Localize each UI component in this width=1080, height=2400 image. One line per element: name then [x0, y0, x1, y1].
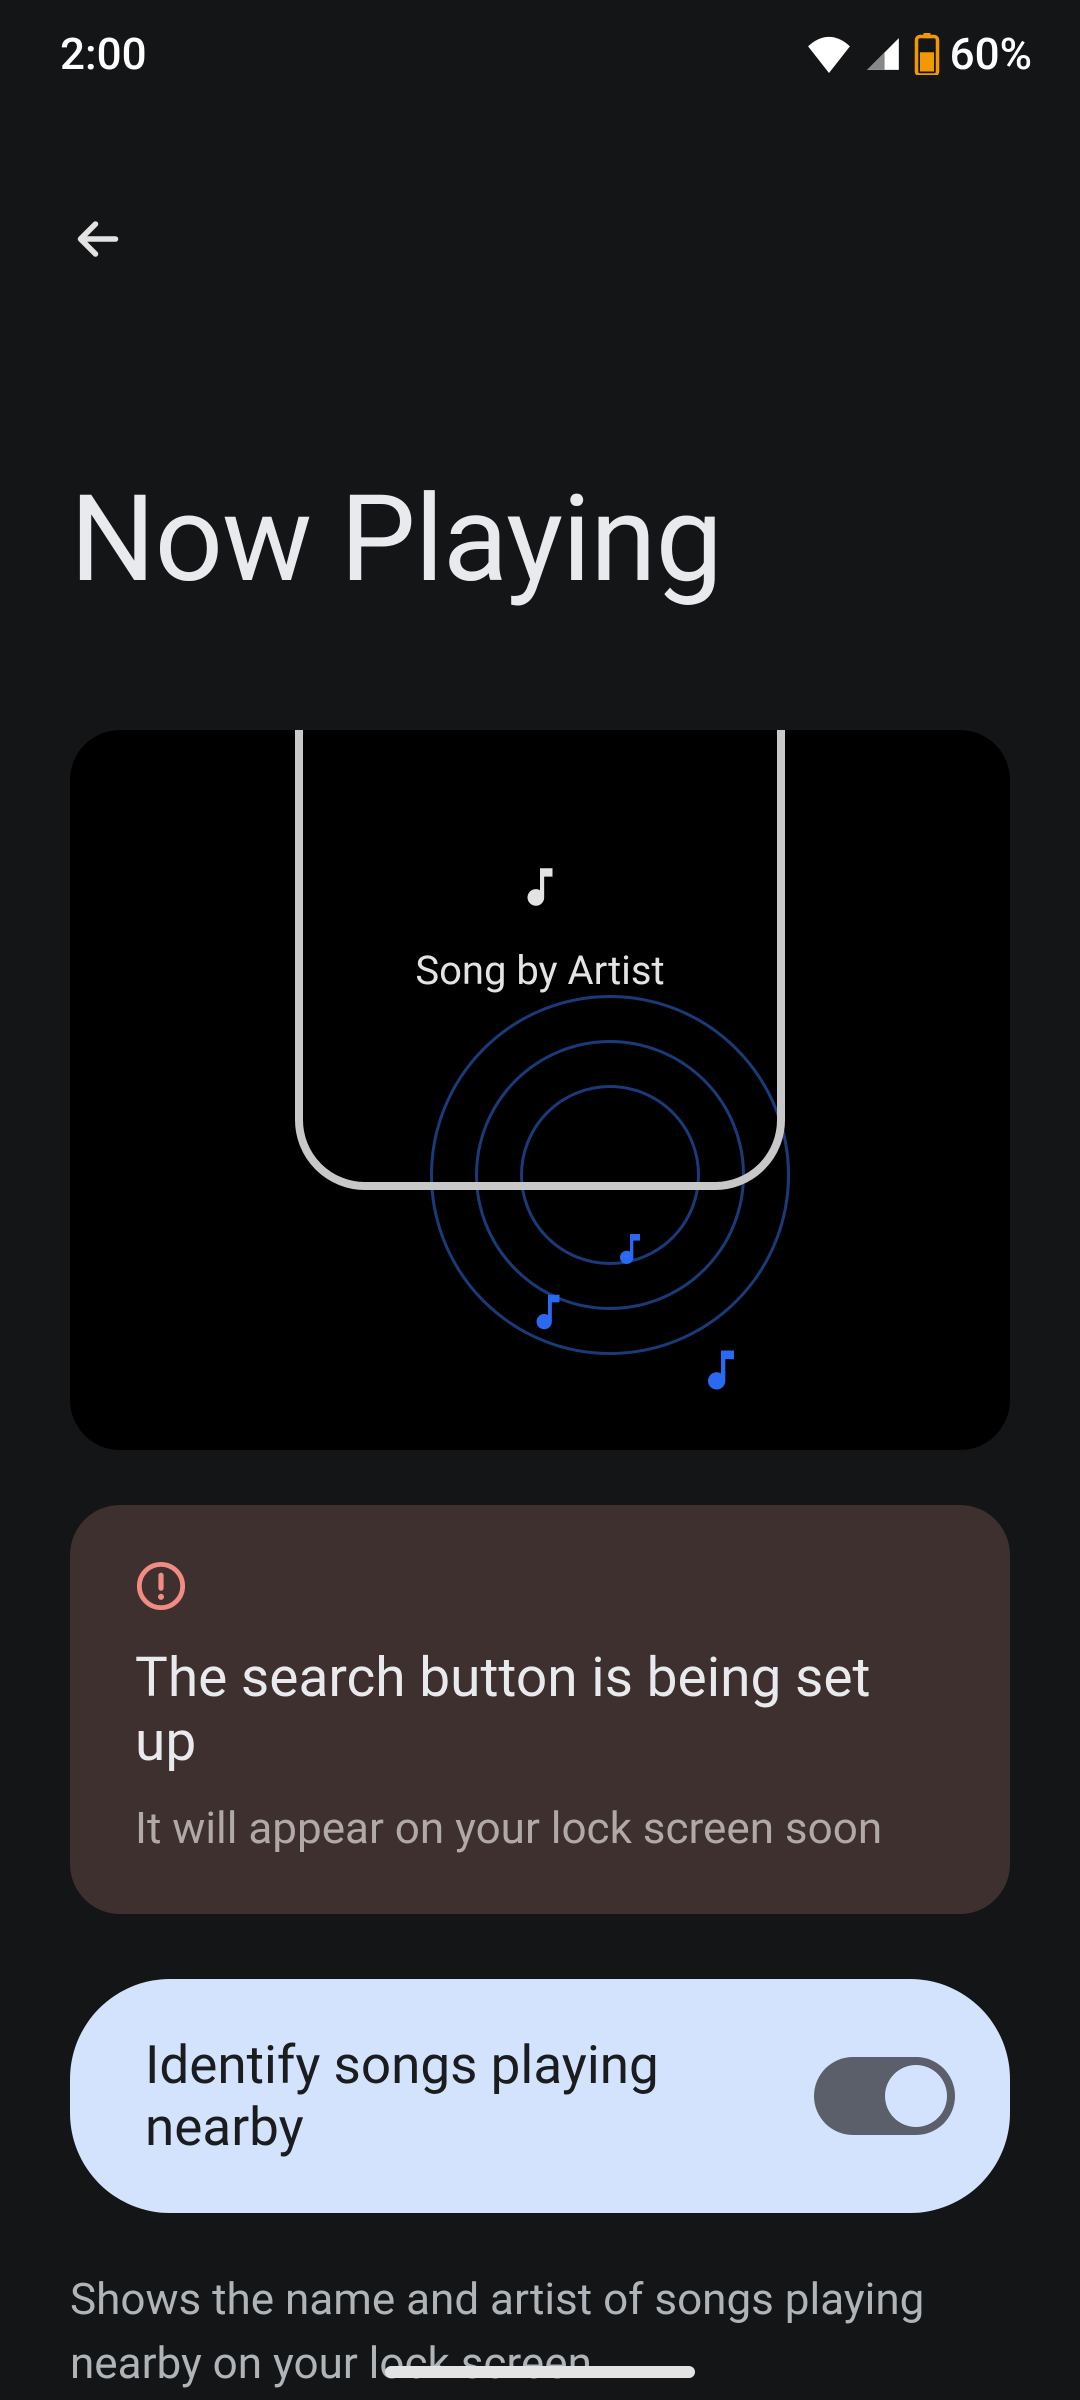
- hero-illustration: Song by Artist: [70, 730, 1010, 1450]
- music-note-icon: [525, 1285, 571, 1343]
- phone-outline: Song by Artist: [295, 730, 785, 1190]
- music-note-icon: [695, 1340, 747, 1404]
- page-title: Now Playing: [0, 290, 1080, 610]
- music-note-icon: [515, 857, 565, 917]
- alert-circle-icon: [135, 1560, 945, 1616]
- back-button[interactable]: [48, 190, 148, 290]
- arrow-left-icon: [68, 209, 128, 272]
- music-note-icon: [610, 1225, 650, 1277]
- setup-warning-card: The search button is being set up It wil…: [70, 1505, 1010, 1914]
- identify-songs-label: Identify songs playing nearby: [145, 2034, 814, 2158]
- switch-thumb: [885, 2065, 947, 2127]
- status-right: 60%: [806, 28, 1032, 80]
- navigation-handle[interactable]: [385, 2366, 695, 2378]
- cell-signal-icon: [862, 35, 904, 73]
- battery-icon: [914, 33, 940, 75]
- identify-songs-switch[interactable]: [814, 2057, 955, 2135]
- hero-song-label: Song by Artist: [415, 947, 664, 994]
- warning-title: The search button is being set up: [135, 1646, 945, 1774]
- status-time: 2:00: [60, 28, 147, 80]
- battery-percent: 60%: [950, 28, 1032, 80]
- status-bar: 2:00 60%: [0, 0, 1080, 90]
- wifi-icon: [806, 35, 852, 73]
- warning-subtitle: It will appear on your lock screen soon: [135, 1802, 945, 1854]
- identify-songs-toggle-row[interactable]: Identify songs playing nearby: [70, 1979, 1010, 2213]
